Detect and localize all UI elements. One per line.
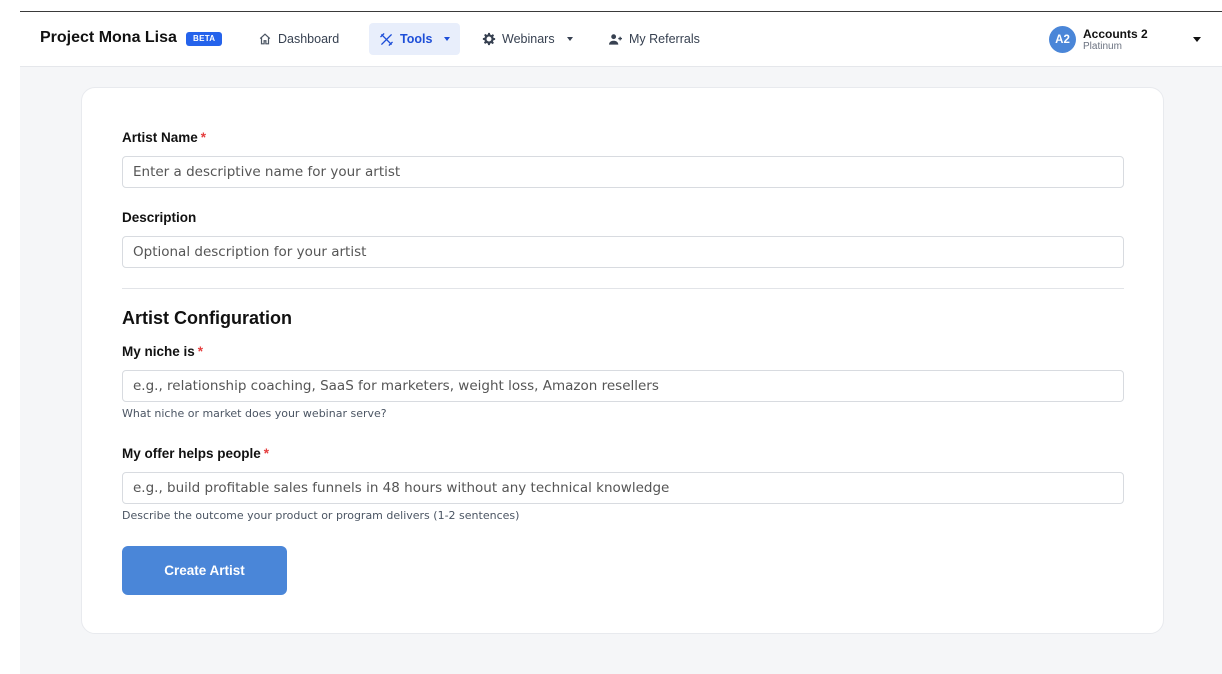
niche-label: My niche is * [122,344,204,359]
nav-my-referrals-label: My Referrals [629,32,700,46]
top-navbar: Project Mona Lisa BETA Dashboard Tools W… [20,12,1222,67]
niche-input[interactable] [122,370,1124,402]
gear-icon [482,32,496,46]
account-name: Accounts 2 [1083,26,1148,41]
create-artist-form-card: Artist Name* Description Artist Configur… [81,87,1164,634]
brand-title[interactable]: Project Mona Lisa [40,29,177,47]
account-menu[interactable]: A2 Accounts 2 Platinum [1049,26,1148,53]
nav-dashboard-label: Dashboard [278,32,340,46]
artist-name-input[interactable] [122,156,1124,188]
home-icon [258,32,272,46]
nav-dashboard[interactable]: Dashboard [248,23,349,55]
required-marker: * [263,446,270,461]
beta-badge: BETA [186,32,223,46]
account-tier: Platinum [1083,40,1122,52]
chevron-down-icon [566,37,573,41]
offer-hint: Describe the outcome your product or pro… [122,509,520,522]
required-marker: * [200,130,207,145]
chevron-down-icon [444,37,451,41]
niche-hint: What niche or market does your webinar s… [122,407,387,420]
offer-input[interactable] [122,472,1124,504]
nav-tools[interactable]: Tools [369,23,461,55]
artist-name-label: Artist Name * [122,130,207,145]
description-label: Description [122,210,197,225]
section-title: Artist Configuration [122,308,292,328]
account-dropdown-icon[interactable] [1193,37,1201,42]
avatar: A2 [1049,26,1076,53]
section-divider [122,288,1124,289]
description-input[interactable] [122,236,1124,268]
tools-icon [379,32,394,47]
app-frame: Project Mona Lisa BETA Dashboard Tools W… [20,11,1222,674]
nav-webinars-label: Webinars [502,32,555,46]
nav-webinars[interactable]: Webinars [472,23,583,55]
user-plus-icon [608,33,623,46]
nav-my-referrals[interactable]: My Referrals [598,23,710,55]
create-artist-button[interactable]: Create Artist [122,546,287,595]
offer-label: My offer helps people * [122,446,270,461]
required-marker: * [197,344,204,359]
nav-tools-label: Tools [400,32,433,46]
